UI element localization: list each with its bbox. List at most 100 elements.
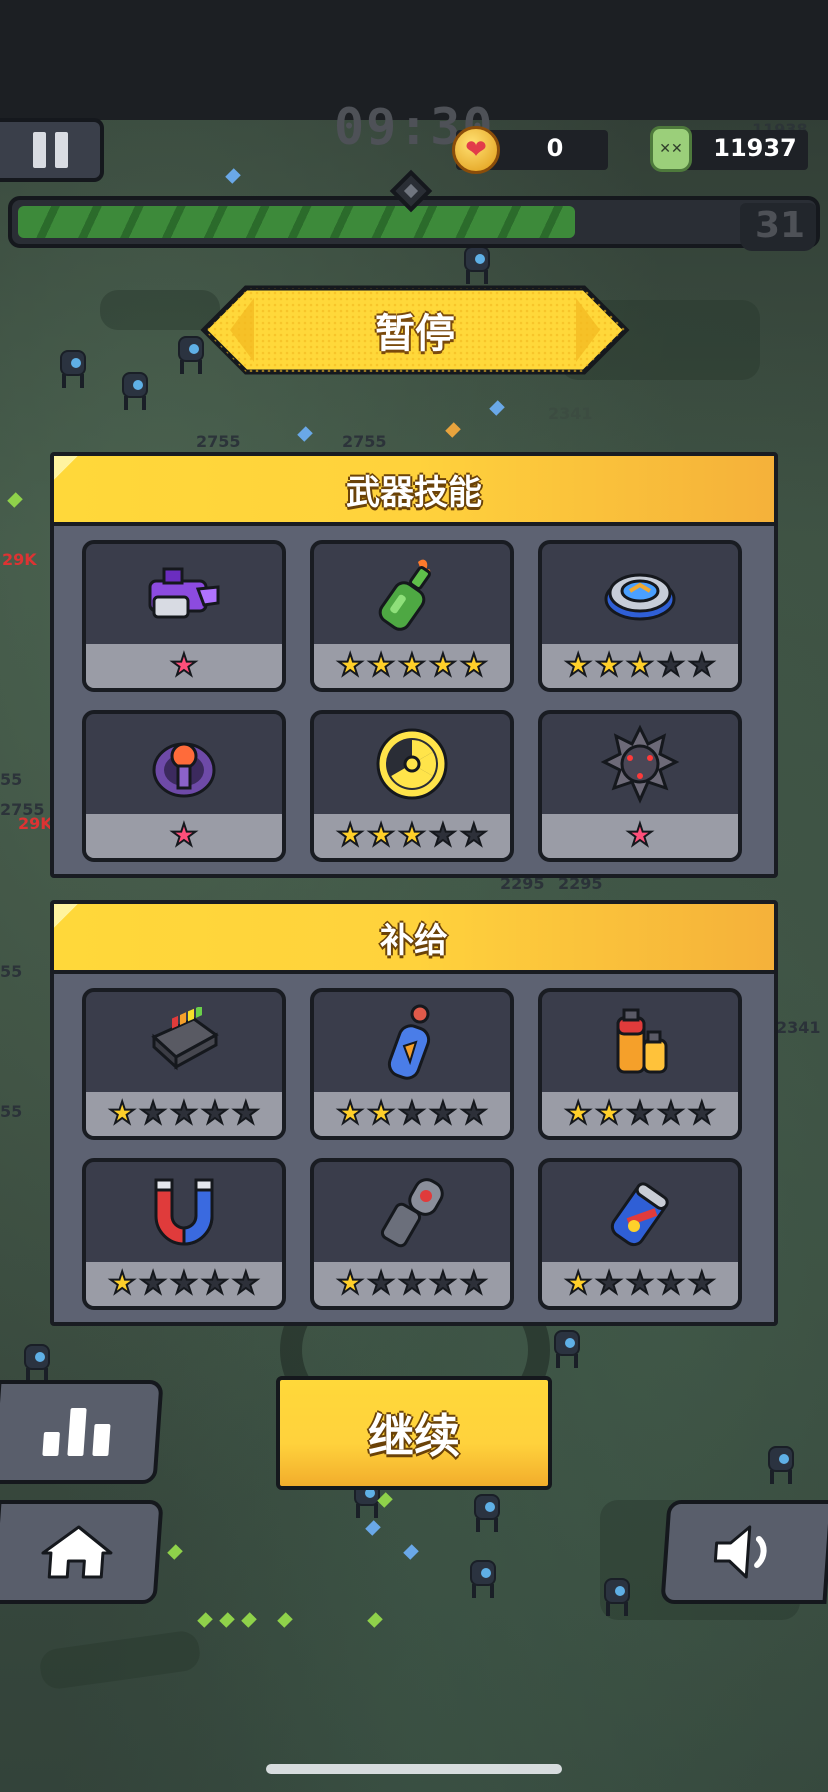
star-filled-icon: ★ (367, 648, 396, 683)
weapon-card[interactable]: ★ ★ ★ ★ ★ (310, 710, 514, 862)
kill-count: 11937 (713, 134, 797, 162)
battery-pack-icon (86, 992, 282, 1092)
damage-number: 2341 (776, 1018, 821, 1037)
weapon-card[interactable]: ★ (82, 710, 286, 862)
damage-number: 55 (0, 770, 23, 789)
weapon-card[interactable]: ★ ★ ★ ★ ★ (538, 540, 742, 692)
star-filled-icon: ★ (336, 818, 365, 853)
weapon-card[interactable]: ★ ★ ★ ★ ★ (310, 540, 514, 692)
supply-card[interactable]: ★ ★ ★ ★ ★ (310, 1158, 514, 1310)
weapon-card[interactable]: ★ (538, 710, 742, 862)
supply-card[interactable]: ★ ★ ★ ★ ★ (538, 1158, 742, 1310)
bar-chart-icon (42, 1408, 111, 1456)
star-empty-icon: ★ (687, 1096, 716, 1131)
star-filled-icon: ★ (336, 1096, 365, 1131)
purple-blaster-icon (86, 544, 282, 644)
star-empty-icon: ★ (687, 1266, 716, 1301)
supply-header: 补给 (54, 904, 774, 974)
enemy-robot (460, 246, 494, 286)
magnet-icon (86, 1162, 282, 1262)
star-empty-icon: ★ (200, 1266, 229, 1301)
damage-number: 2755 (342, 432, 387, 451)
star-filled-icon: ★ (595, 1096, 624, 1131)
fuel-canister-icon (314, 992, 510, 1092)
star-filled-icon: ★ (170, 648, 199, 683)
weapon-skills-panel: 武器技能 ★ ★ ★ ★ ★ ★ ★ ★ ★ ★ ★ ★ ★ ★ ★ ★ ★ ★ (50, 452, 778, 878)
star-empty-icon: ★ (428, 818, 457, 853)
home-indicator[interactable] (266, 1764, 562, 1774)
star-rating: ★ (86, 814, 282, 858)
supply-panel: 补给 ★ ★ ★ ★ ★ ★ ★ ★ ★ ★ ★ ★ ★ ★ ★ ★ ★ ★ ★… (50, 900, 778, 1326)
star-empty-icon: ★ (398, 1096, 427, 1131)
star-filled-icon: ★ (626, 648, 655, 683)
supply-card[interactable]: ★ ★ ★ ★ ★ (82, 988, 286, 1140)
enemy-robot (470, 1494, 504, 1534)
star-rating: ★ ★ ★ ★ ★ (542, 1092, 738, 1136)
damage-number: 2755 (196, 432, 241, 451)
star-empty-icon: ★ (626, 1266, 655, 1301)
home-icon (41, 1525, 113, 1579)
star-rating: ★ ★ ★ ★ ★ (542, 1262, 738, 1306)
star-empty-icon: ★ (367, 1266, 396, 1301)
skull-monster-icon: ✕✕ (650, 126, 692, 172)
weapon-card[interactable]: ★ (82, 540, 286, 692)
damage-number: 29K (18, 814, 53, 833)
star-empty-icon: ★ (626, 1096, 655, 1131)
star-empty-icon: ★ (595, 1266, 624, 1301)
star-empty-icon: ★ (459, 1096, 488, 1131)
enemy-robot (118, 372, 152, 412)
star-rating: ★ ★ ★ ★ ★ (314, 1092, 510, 1136)
damage-number: 55 (0, 962, 23, 981)
star-filled-icon: ★ (170, 818, 199, 853)
pause-title-banner: 暂停 (200, 284, 630, 376)
home-button[interactable] (0, 1500, 164, 1604)
star-rating: ★ ★ ★ ★ ★ (314, 644, 510, 688)
star-empty-icon: ★ (170, 1266, 199, 1301)
supply-card[interactable]: ★ ★ ★ ★ ★ (538, 988, 742, 1140)
star-filled-icon: ★ (595, 648, 624, 683)
supply-card[interactable]: ★ ★ ★ ★ ★ (310, 988, 514, 1140)
star-filled-icon: ★ (367, 1096, 396, 1131)
star-filled-icon: ★ (564, 1096, 593, 1131)
heart-coin-icon: ❤ (452, 126, 500, 174)
stats-button[interactable] (0, 1380, 164, 1484)
energy-drink-icon (542, 1162, 738, 1262)
star-empty-icon: ★ (139, 1096, 168, 1131)
enemy-robot (56, 350, 90, 390)
supply-grid: ★ ★ ★ ★ ★ ★ ★ ★ ★ ★ ★ ★ ★ ★ ★ ★ ★ ★ ★ ★ … (82, 988, 742, 1310)
star-rating: ★ ★ ★ ★ ★ (542, 644, 738, 688)
damage-number: 29K (2, 550, 37, 569)
star-empty-icon: ★ (687, 648, 716, 683)
star-rating: ★ ★ ★ ★ ★ (314, 1262, 510, 1306)
arm-cannon-icon (314, 1162, 510, 1262)
enemy-robot (764, 1446, 798, 1486)
heart-count: 0 (546, 134, 564, 162)
supply-card[interactable]: ★ ★ ★ ★ ★ (82, 1158, 286, 1310)
star-filled-icon: ★ (336, 648, 365, 683)
star-filled-icon: ★ (564, 1266, 593, 1301)
enemy-robot (20, 1344, 54, 1384)
pause-icon (32, 132, 46, 168)
star-empty-icon: ★ (428, 1266, 457, 1301)
star-empty-icon: ★ (459, 818, 488, 853)
speaker-icon (713, 1525, 767, 1579)
weapon-skills-header: 武器技能 (54, 456, 774, 526)
continue-button[interactable]: 继续 (276, 1376, 552, 1490)
damage-number: 2341 (548, 404, 593, 423)
star-rating: ★ (86, 644, 282, 688)
star-filled-icon: ★ (398, 818, 427, 853)
orb-turret-icon (86, 714, 282, 814)
star-rating: ★ (542, 814, 738, 858)
sound-button[interactable] (660, 1500, 828, 1604)
spiked-mine-icon (542, 714, 738, 814)
star-filled-icon: ★ (336, 1266, 365, 1301)
star-empty-icon: ★ (231, 1266, 260, 1301)
star-empty-icon: ★ (656, 1096, 685, 1131)
pause-button[interactable] (0, 118, 104, 182)
radiation-field-icon (314, 714, 510, 814)
star-filled-icon: ★ (108, 1096, 137, 1131)
pause-title: 暂停 (375, 311, 455, 357)
enemy-robot (550, 1330, 584, 1370)
star-rating: ★ ★ ★ ★ ★ (314, 814, 510, 858)
star-filled-icon: ★ (428, 648, 457, 683)
